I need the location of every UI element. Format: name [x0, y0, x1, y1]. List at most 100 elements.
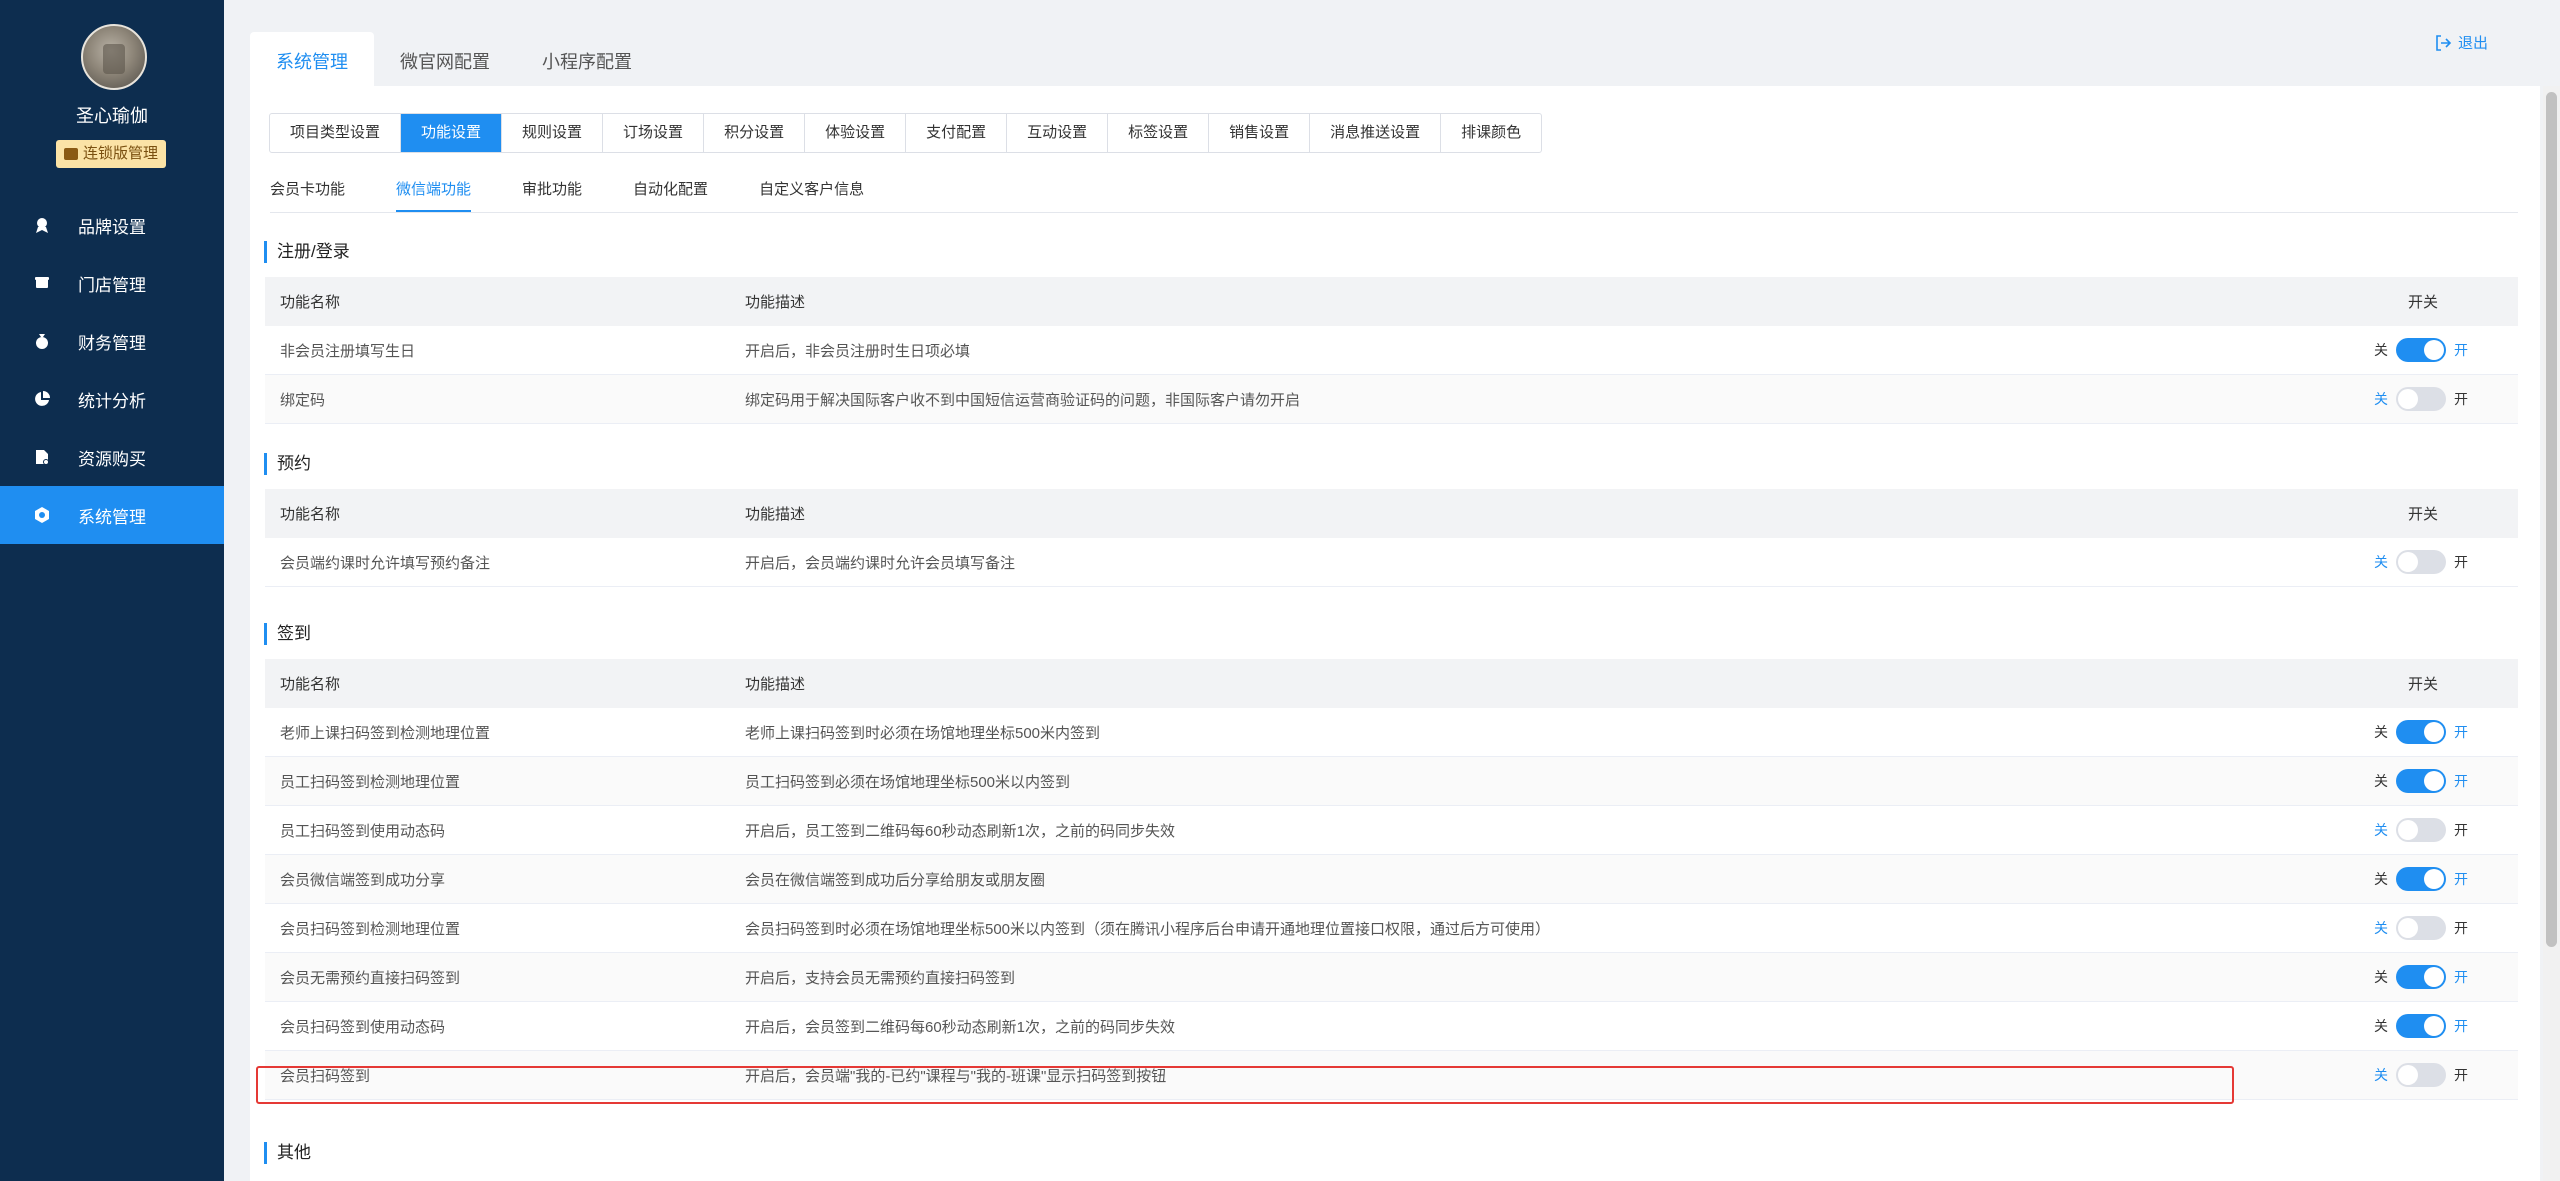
- switch-off-label: 关: [2374, 969, 2388, 985]
- tab-booking-venue[interactable]: 订场设置: [603, 114, 705, 152]
- header-desc: 功能描述: [745, 294, 806, 311]
- switch-off-label: 关: [2374, 391, 2388, 407]
- tab-rules[interactable]: 规则设置: [502, 114, 604, 152]
- chain-badge-label: 连锁版管理: [83, 145, 159, 162]
- logout-label: 退出: [2458, 35, 2489, 52]
- table-row: 会员微信端签到成功分享 会员在微信端签到成功后分享给朋友或朋友圈 关 开: [265, 855, 2518, 904]
- table-row: 绑定码 绑定码用于解决国际客户收不到中国短信运营商验证码的问题，非国际客户请勿开…: [265, 375, 2518, 424]
- table-row: 会员扫码签到使用动态码 开启后，会员签到二维码每60秒动态刷新1次，之前的码同步…: [265, 1002, 2518, 1051]
- row-switch: 关 开: [2015, 720, 2518, 744]
- switch-on-label: 开: [2454, 871, 2468, 887]
- toggle-switch[interactable]: [2396, 720, 2446, 744]
- section-title-register: 注册/登录: [264, 241, 350, 263]
- toggle-switch[interactable]: [2396, 1063, 2446, 1087]
- chain-version-badge[interactable]: 连锁版管理: [56, 140, 167, 168]
- switch-on-label: 开: [2454, 1018, 2468, 1034]
- tab-sales[interactable]: 销售设置: [1209, 114, 1311, 152]
- tab-member-card[interactable]: 会员卡功能: [270, 166, 345, 212]
- table-checkin: 功能名称 功能描述 开关 老师上课扫码签到检测地理位置 老师上课扫码签到时必须在…: [265, 659, 2518, 1100]
- table-header: 功能名称 功能描述 开关: [265, 277, 2518, 326]
- tab-approval[interactable]: 审批功能: [522, 166, 582, 212]
- row-desc: 开启后，会员签到二维码每60秒动态刷新1次，之前的码同步失效: [745, 1018, 1176, 1036]
- sidebar-item-label: 品牌设置: [78, 217, 146, 237]
- toggle-switch[interactable]: [2396, 916, 2446, 940]
- toggle-switch[interactable]: [2396, 867, 2446, 891]
- sidebar-item-brand[interactable]: 品牌设置: [0, 196, 224, 254]
- tab-mini-program[interactable]: 小程序配置: [516, 32, 658, 86]
- row-switch: 关 开: [2015, 818, 2518, 842]
- table-row: 非会员注册填写生日 开启后，非会员注册时生日项必填 关 开: [265, 326, 2518, 375]
- money-bag-icon: [33, 332, 51, 350]
- row-desc: 开启后，支持会员无需预约直接扫码签到: [745, 969, 1016, 987]
- toggle-switch[interactable]: [2396, 387, 2446, 411]
- toggle-switch[interactable]: [2396, 818, 2446, 842]
- tab-points[interactable]: 积分设置: [704, 114, 806, 152]
- tab-custom-client-info[interactable]: 自定义客户信息: [759, 166, 864, 212]
- function-tabs: 会员卡功能 微信端功能 审批功能 自动化配置 自定义客户信息: [270, 166, 2518, 213]
- pie-chart-icon: [33, 390, 51, 408]
- row-desc: 会员扫码签到时必须在场馆地理坐标500米以内签到（须在腾讯小程序后台申请开通地理…: [745, 920, 1551, 938]
- tab-system-management[interactable]: 系统管理: [250, 32, 374, 86]
- row-name: 会员微信端签到成功分享: [280, 871, 446, 889]
- row-name: 老师上课扫码签到检测地理位置: [280, 724, 491, 742]
- row-desc: 开启后，非会员注册时生日项必填: [745, 342, 971, 360]
- settings-icon: [33, 506, 51, 524]
- row-switch: 关 开: [2015, 550, 2518, 574]
- section-title-checkin: 签到: [264, 623, 311, 645]
- sidebar-item-system[interactable]: 系统管理: [0, 486, 224, 544]
- section-title-booking: 预约: [264, 453, 311, 475]
- avatar[interactable]: [81, 24, 147, 90]
- switch-off-label: 关: [2374, 342, 2388, 358]
- row-switch: 关 开: [2015, 965, 2518, 989]
- row-name: 绑定码: [280, 391, 326, 409]
- switch-on-label: 开: [2454, 920, 2468, 936]
- toggle-switch[interactable]: [2396, 1014, 2446, 1038]
- table-row: 员工扫码签到检测地理位置 员工扫码签到必须在场馆地理坐标500米以内签到 关 开: [265, 757, 2518, 806]
- sidebar: 圣心瑜伽 连锁版管理 品牌设置 门店管理 财务管理 统计分析 资源购买 系统管理: [0, 0, 224, 1181]
- tab-interaction[interactable]: 互动设置: [1007, 114, 1109, 152]
- tab-trial[interactable]: 体验设置: [805, 114, 907, 152]
- toggle-switch[interactable]: [2396, 769, 2446, 793]
- sidebar-item-label: 系统管理: [78, 507, 146, 527]
- row-name: 非会员注册填写生日: [280, 342, 416, 360]
- sidebar-item-label: 统计分析: [78, 391, 146, 411]
- switch-on-label: 开: [2454, 822, 2468, 838]
- sidebar-item-purchase[interactable]: 资源购买: [0, 428, 224, 486]
- row-name: 会员扫码签到使用动态码: [280, 1018, 446, 1036]
- sidebar-item-finance[interactable]: 财务管理: [0, 312, 224, 370]
- section-title-other: 其他: [264, 1142, 311, 1164]
- row-switch: 关 开: [2015, 916, 2518, 940]
- logout-icon: [2436, 34, 2452, 51]
- table-row: 会员无需预约直接扫码签到 开启后，支持会员无需预约直接扫码签到 关 开: [265, 953, 2518, 1002]
- shop-name: 圣心瑜伽: [76, 106, 148, 126]
- tab-push-messages[interactable]: 消息推送设置: [1310, 114, 1442, 152]
- tab-tags[interactable]: 标签设置: [1108, 114, 1210, 152]
- tab-class-colors[interactable]: 排课颜色: [1441, 114, 1541, 152]
- switch-off-label: 关: [2374, 1018, 2388, 1034]
- top-tabs: 系统管理 微官网配置 小程序配置: [250, 32, 658, 86]
- toggle-switch[interactable]: [2396, 338, 2446, 362]
- tab-function-settings[interactable]: 功能设置: [401, 114, 503, 152]
- tab-project-type[interactable]: 项目类型设置: [270, 114, 402, 152]
- tab-automation[interactable]: 自动化配置: [633, 166, 708, 212]
- header-desc: 功能描述: [745, 676, 806, 693]
- logout-button[interactable]: 退出: [2434, 32, 2488, 53]
- table-header: 功能名称 功能描述 开关: [265, 659, 2518, 708]
- tab-micro-site[interactable]: 微官网配置: [374, 32, 516, 86]
- sidebar-item-statistics[interactable]: 统计分析: [0, 370, 224, 428]
- sidebar-item-store[interactable]: 门店管理: [0, 254, 224, 312]
- tab-payment[interactable]: 支付配置: [906, 114, 1008, 152]
- row-desc: 开启后，会员端"我的-已约"课程与"我的-班课"显示扫码签到按钮: [745, 1067, 1167, 1085]
- table-header: 功能名称 功能描述 开关: [265, 489, 2518, 538]
- switch-off-label: 关: [2374, 822, 2388, 838]
- store-icon: [33, 274, 51, 292]
- row-switch: 关 开: [2015, 338, 2518, 362]
- scrollbar-thumb[interactable]: [2546, 92, 2557, 947]
- switch-off-label: 关: [2374, 871, 2388, 887]
- row-name: 会员端约课时允许填写预约备注: [280, 554, 491, 572]
- toggle-switch[interactable]: [2396, 550, 2446, 574]
- toggle-switch[interactable]: [2396, 965, 2446, 989]
- header-name: 功能名称: [280, 294, 341, 311]
- row-name: 会员无需预约直接扫码签到: [280, 969, 461, 987]
- tab-wechat-functions[interactable]: 微信端功能: [396, 166, 472, 212]
